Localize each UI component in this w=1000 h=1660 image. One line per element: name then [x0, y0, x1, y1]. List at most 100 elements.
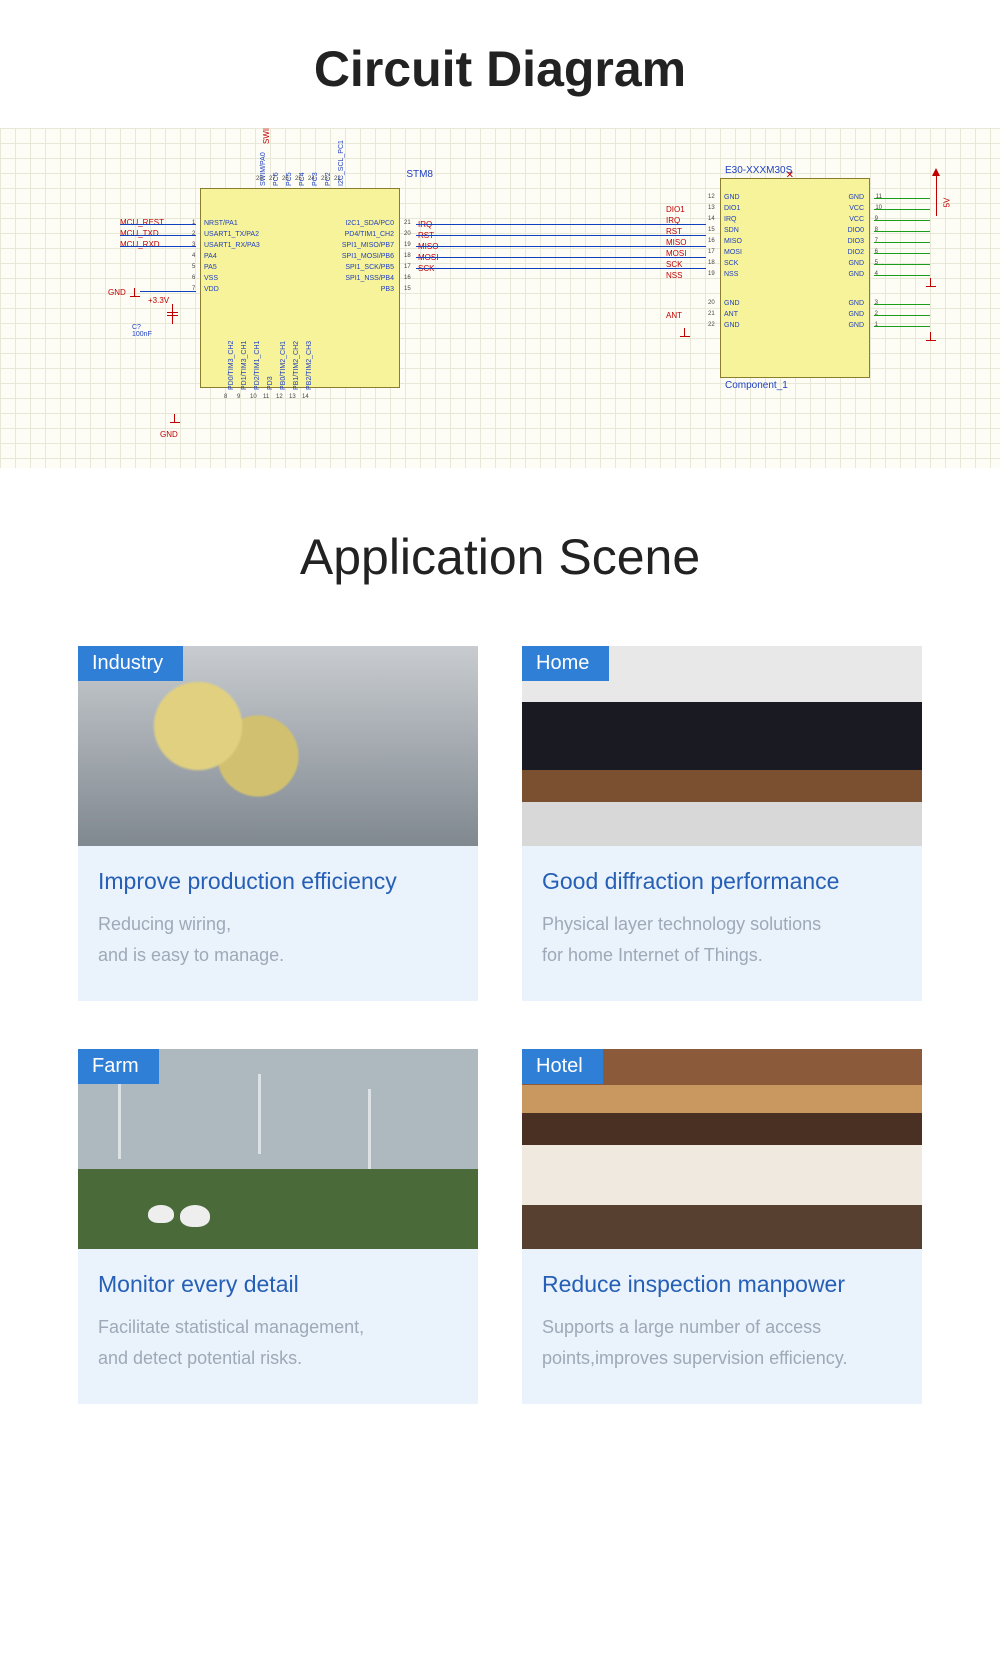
pinnum: 10: [875, 205, 882, 211]
pinnum: 9: [237, 394, 240, 400]
pinnum: 11: [876, 194, 882, 200]
pin: SPI1_MOSI/PB6: [342, 253, 394, 260]
pinnum: 4: [875, 271, 878, 277]
pin: PA5: [204, 264, 217, 271]
wire: [416, 246, 706, 247]
pinnum: 13: [289, 394, 296, 400]
pinnum: 7: [875, 238, 878, 244]
card-text: Physical layer technology solutions for …: [542, 909, 902, 970]
gnd-icon: [924, 278, 938, 292]
pin: GND: [724, 322, 740, 329]
pinnum: 6: [192, 275, 195, 281]
wire: [874, 242, 930, 243]
net: NSS: [666, 271, 682, 280]
pin: SCK: [724, 260, 738, 267]
section1-title: Circuit Diagram: [0, 40, 1000, 98]
pin: GND: [848, 311, 864, 318]
pinnum: 16: [708, 238, 715, 244]
wire: [416, 268, 706, 269]
pin: PA4: [204, 253, 217, 260]
pinnum: 18: [708, 260, 715, 266]
card-farm: Farm Monitor every detail Facilitate sta…: [78, 1049, 478, 1404]
pinnum: 3: [192, 242, 195, 248]
pinnum: 19: [404, 242, 411, 248]
card-text: Supports a large number of access points…: [542, 1312, 902, 1373]
card-heading: Improve production efficiency: [98, 868, 458, 895]
pin: MISO: [724, 238, 742, 245]
card-tag: Home: [522, 646, 609, 681]
pin: PB3: [381, 286, 394, 293]
net-ant: ANT: [666, 311, 682, 320]
pinnum: 15: [404, 286, 411, 292]
pin: MOSI: [724, 249, 742, 256]
pinnum: 23: [321, 176, 328, 182]
wire: [874, 220, 930, 221]
pin: VDD: [204, 286, 219, 293]
gnd-icon: [678, 328, 692, 342]
net-mcu-rest: MCU_REST: [120, 218, 164, 227]
card-line2: and detect potential risks.: [98, 1348, 302, 1368]
pinnum: 13: [708, 205, 715, 211]
wire: [936, 176, 937, 216]
pin: GND: [848, 300, 864, 307]
pinnum: 22: [708, 322, 715, 328]
pin: DIO0: [848, 227, 864, 234]
pin: PB0/TIM2_CH1: [280, 341, 287, 390]
card-image: Hotel: [522, 1049, 922, 1249]
pin: PD0/TIM3_CH2: [228, 341, 235, 390]
pinnum: 2: [192, 231, 195, 237]
wire: [874, 304, 930, 305]
pin: PD4/TIM1_CH2: [345, 231, 394, 238]
pinnum: 2: [875, 311, 878, 317]
card-text: Facilitate statistical management, and d…: [98, 1312, 458, 1373]
x-marker: ✕: [786, 170, 794, 181]
pinnum: 1: [875, 322, 878, 328]
pin: PD1/TIM3_CH1: [241, 341, 248, 390]
pin: DIO2: [848, 249, 864, 256]
pin: PD3: [267, 376, 274, 390]
card-heading: Monitor every detail: [98, 1271, 458, 1298]
card-body: Good diffraction performance Physical la…: [522, 846, 922, 1001]
pin: USART1_TX/PA2: [204, 231, 259, 238]
pinnum: 16: [404, 275, 411, 281]
pinnum: 27: [269, 176, 276, 182]
chip-module: E30-XXXM30S Component_1: [720, 178, 870, 378]
pin: GND: [848, 271, 864, 278]
card-line2: points,improves supervision efficiency.: [542, 1348, 847, 1368]
net-mcu-txd: MCU_TXD: [120, 229, 159, 238]
pinnum: 20: [404, 231, 411, 237]
wire: [874, 231, 930, 232]
wire: [874, 326, 930, 327]
wire: [874, 209, 930, 210]
card-line1: Physical layer technology solutions: [542, 914, 821, 934]
pinnum: 4: [192, 253, 195, 259]
pinnum: 26: [282, 176, 289, 182]
card-tag: Hotel: [522, 1049, 603, 1084]
pinnum: 21: [404, 220, 411, 226]
pinnum: 12: [708, 194, 715, 200]
pin: NRST/PA1: [204, 220, 238, 227]
pin: VSS: [204, 275, 218, 282]
card-image: Home: [522, 646, 922, 846]
pinnum: 12: [276, 394, 283, 400]
card-line2: and is easy to manage.: [98, 945, 284, 965]
pinnum: 28: [256, 176, 263, 182]
pinnum: 5: [192, 264, 195, 270]
wire: [120, 246, 196, 247]
pinnum: 24: [308, 176, 315, 182]
card-heading: Reduce inspection manpower: [542, 1271, 902, 1298]
pinnum: 6: [875, 249, 878, 255]
pin: GND: [848, 322, 864, 329]
pinnum: 9: [875, 216, 878, 222]
cap-label: C? 100nF: [132, 324, 152, 338]
v33-label: +3.3V: [148, 296, 169, 305]
pinnum: 14: [708, 216, 715, 222]
pinnum: 8: [224, 394, 227, 400]
card-hotel: Hotel Reduce inspection manpower Support…: [522, 1049, 922, 1404]
wire: [874, 253, 930, 254]
card-line2: for home Internet of Things.: [542, 945, 763, 965]
pinnum: 1: [192, 220, 195, 226]
pin: GND: [724, 300, 740, 307]
card-tag: Farm: [78, 1049, 159, 1084]
card-body: Reduce inspection manpower Supports a la…: [522, 1249, 922, 1404]
